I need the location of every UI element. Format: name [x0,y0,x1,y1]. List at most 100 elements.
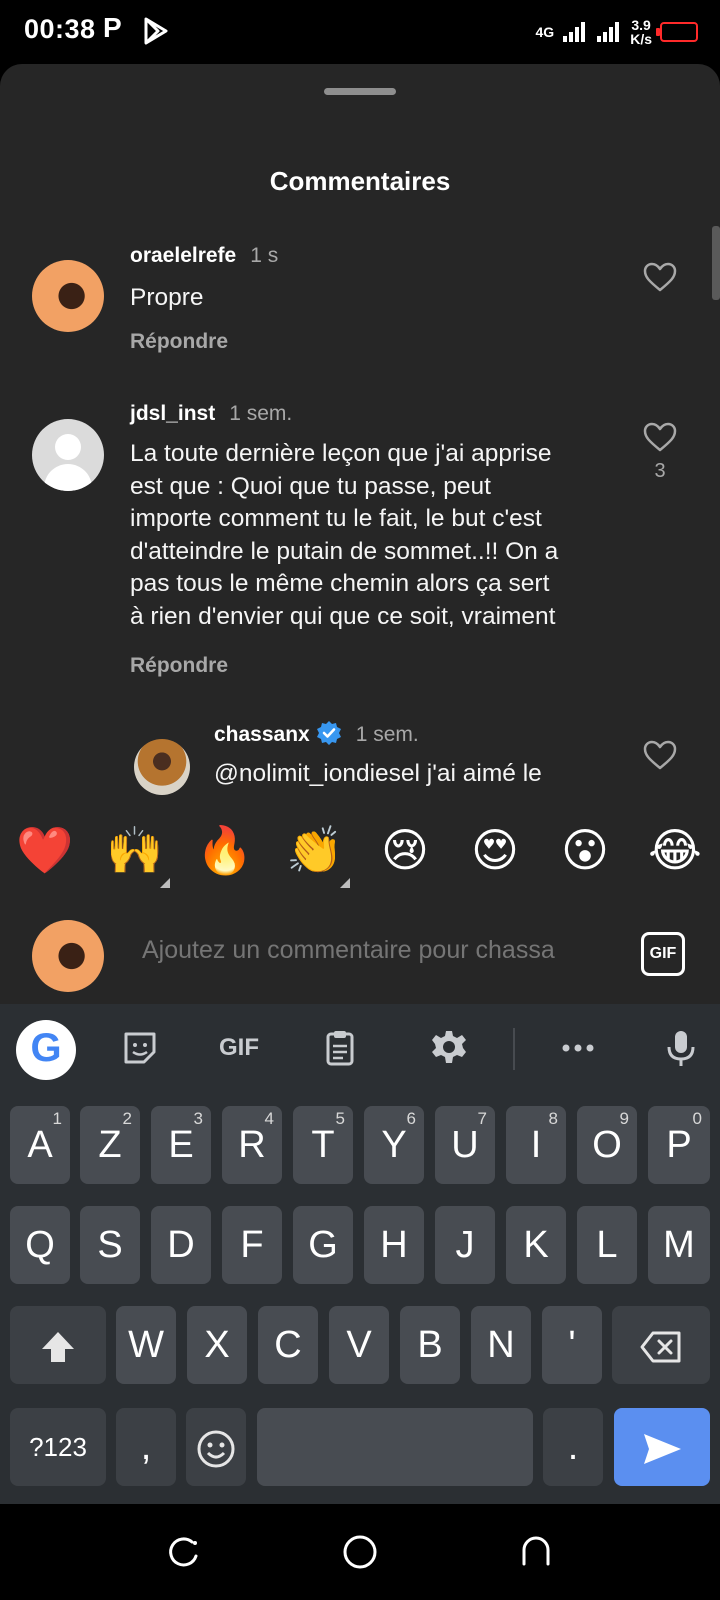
key-u[interactable]: U7 [435,1106,495,1184]
comment-header: jdsl_inst 1 sem. [130,402,292,426]
key-label: I [530,1124,542,1166]
key-k[interactable]: K [506,1206,566,1284]
comment-line: est que : Quoi que tu passe, peut [130,472,491,500]
key-c[interactable]: C [258,1306,318,1384]
symbols-key[interactable]: ?123 [10,1408,106,1486]
keyboard-toolbar: G GIF [0,1004,720,1092]
status-time: 00:38 [24,14,96,44]
backspace-key[interactable] [612,1306,710,1384]
key-apostrophe[interactable]: ' [542,1306,602,1384]
comment-line: importe comment tu le fait, le but c'est [130,505,542,532]
emoji-heart[interactable]: ❤️ [15,824,75,876]
key-z[interactable]: Z2 [80,1106,140,1184]
key-label: O [592,1124,622,1166]
comment-text: La toute dernière leçon que j'ai apprise… [130,438,558,633]
key-d[interactable]: D [151,1206,211,1284]
speed-value: 3.9 [631,17,651,33]
key-label: U [451,1124,479,1166]
recents-icon[interactable] [166,1534,202,1570]
key-b[interactable]: B [400,1306,460,1384]
backspace-icon [640,1331,681,1363]
microphone-icon[interactable] [661,1028,701,1068]
period-key[interactable]: . [543,1408,603,1486]
send-key[interactable] [614,1408,710,1486]
comment-username[interactable]: chassanx [214,723,310,746]
key-l[interactable]: L [577,1206,637,1284]
heart-icon[interactable] [643,740,677,770]
sticker-icon[interactable] [120,1028,160,1068]
key-w[interactable]: W [116,1306,176,1384]
comma-key[interactable]: , [116,1408,176,1486]
settings-gear-icon[interactable] [429,1028,469,1068]
key-s[interactable]: S [80,1206,140,1284]
key-r[interactable]: R4 [222,1106,282,1184]
drag-handle[interactable] [324,88,396,95]
emoji-laughing[interactable]: 😂 [645,824,705,876]
emoji-clapping[interactable]: 👏 [285,824,345,876]
key-t[interactable]: T5 [293,1106,353,1184]
home-icon[interactable] [342,1534,378,1570]
status-bar: 00:38 P 4G 3.9 K/s [0,0,720,64]
key-j[interactable]: J [435,1206,495,1284]
spacebar[interactable] [257,1408,533,1486]
key-a[interactable]: A1 [10,1106,70,1184]
key-q[interactable]: Q [10,1206,70,1284]
key-label: T [311,1124,335,1166]
key-h[interactable]: H [364,1206,424,1284]
shift-key[interactable] [10,1306,106,1384]
clipboard-icon[interactable] [320,1028,360,1068]
comment-header: oraelelrefe 1 s [130,244,278,268]
comment-input[interactable] [142,936,612,965]
emoji-raised-hands[interactable]: 🙌 [105,824,165,876]
key-p[interactable]: P0 [648,1106,710,1184]
gif-button[interactable]: GIF [641,932,685,976]
key-g[interactable]: G [293,1206,353,1284]
comment-line: à rien d'envier qui que ce soit, vraimen… [130,602,556,630]
parking-app-icon: P [103,12,122,43]
avatar[interactable] [134,739,190,795]
key-m[interactable]: M [648,1206,710,1284]
heart-icon[interactable] [643,422,677,452]
emoji-fire[interactable]: 🔥 [195,824,255,876]
key-hint: 3 [193,1109,203,1128]
key-hint: 6 [406,1109,416,1128]
comment-username[interactable]: jdsl_inst [130,402,215,425]
battery-low-icon [656,22,698,42]
comment-text: Propre [130,284,204,311]
avatar[interactable] [32,260,104,332]
key-o[interactable]: O9 [577,1106,637,1184]
like-count: 3 [654,460,666,482]
key-n[interactable]: N [471,1306,531,1384]
signal-icon-2 [597,22,620,42]
key-f[interactable]: F [222,1206,282,1284]
emoji-heart-eyes[interactable]: 😍 [465,824,525,876]
key-label: Z [98,1124,122,1166]
emoji-key[interactable] [186,1408,246,1486]
key-i[interactable]: I8 [506,1106,566,1184]
scrollbar[interactable] [712,226,720,300]
send-arrow-icon [644,1433,681,1464]
key-hint: 0 [692,1109,702,1128]
comment-line: La toute dernière leçon que j'ai apprise [130,440,552,467]
gif-tool[interactable]: GIF [214,1028,264,1068]
speed-unit: K/s [630,31,652,47]
back-icon[interactable] [518,1534,554,1570]
more-options-icon[interactable] [558,1028,598,1068]
key-y[interactable]: Y6 [364,1106,424,1184]
skin-tone-indicator [160,878,170,888]
key-label: Y [381,1124,407,1166]
key-v[interactable]: V [329,1306,389,1384]
emoji-surprised[interactable]: 😮 [555,824,615,876]
user-avatar [32,920,104,992]
key-x[interactable]: X [187,1306,247,1384]
emoji-crying[interactable]: 😢 [375,824,435,876]
google-search-button[interactable]: G [16,1020,76,1080]
reply-button[interactable]: Répondre [130,654,228,678]
avatar[interactable] [32,419,104,491]
comment-username[interactable]: oraelelrefe [130,244,236,267]
navigation-bar [0,1504,720,1600]
key-e[interactable]: E3 [151,1106,211,1184]
heart-icon[interactable] [643,262,677,292]
keyboard: G GIF A1 Z2 E3 R4 T5 Y6 U 7 I 8 O 9 P 0 … [0,1004,720,1504]
reply-button[interactable]: Répondre [130,330,228,354]
